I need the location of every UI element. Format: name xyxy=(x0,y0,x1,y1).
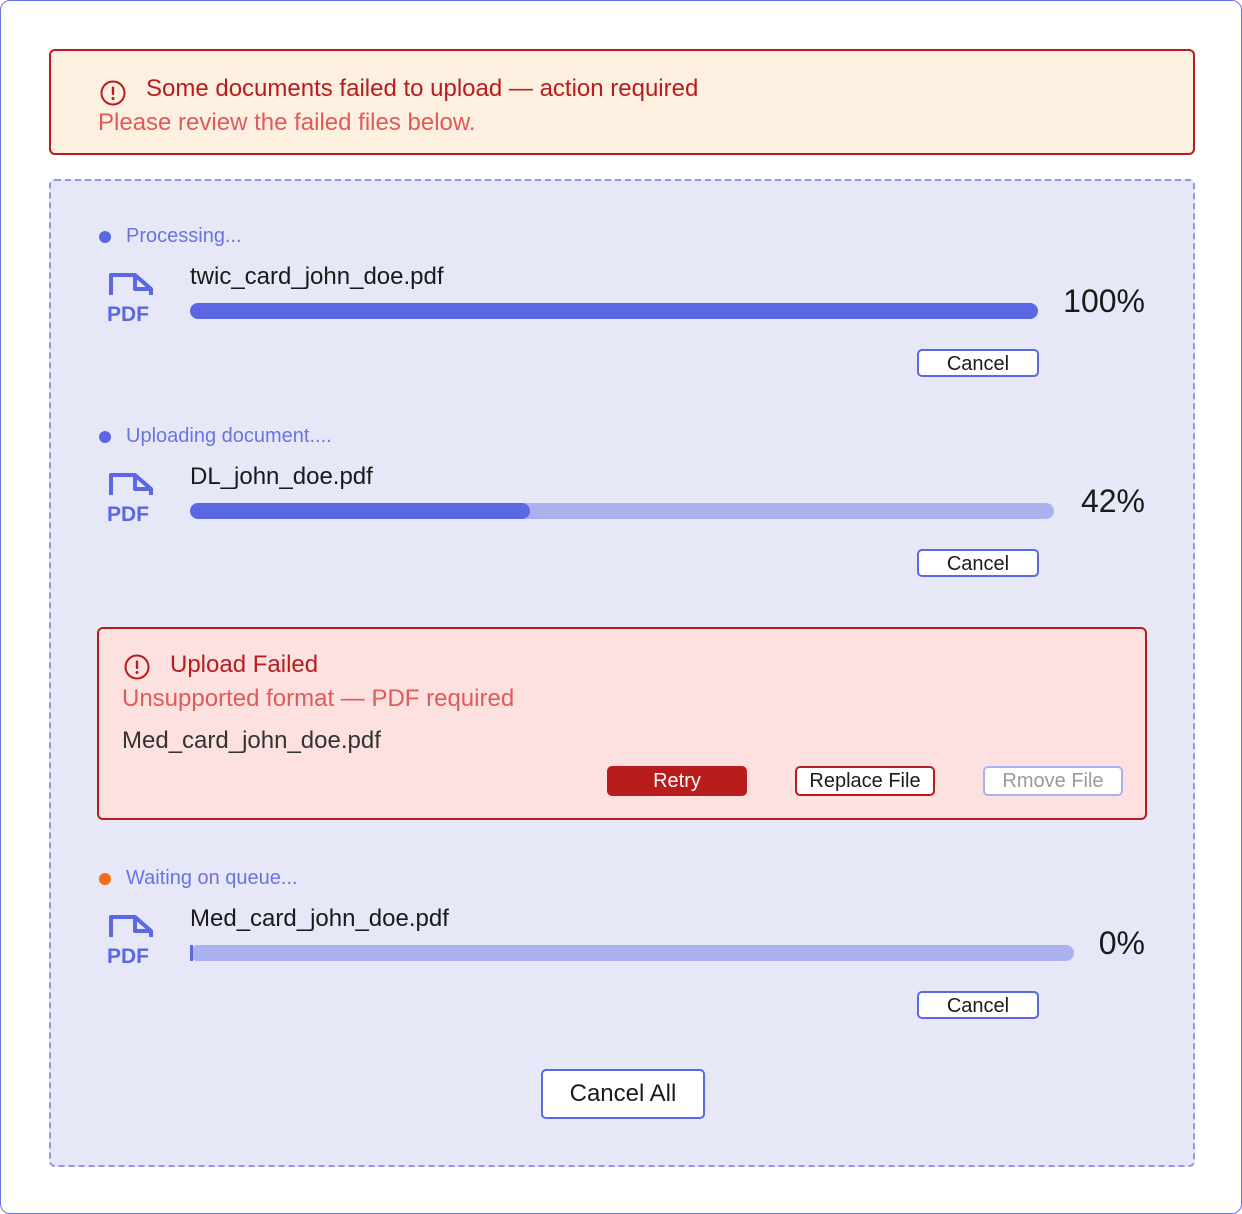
progress-bar xyxy=(190,503,1054,519)
file-name: twic_card_john_doe.pdf xyxy=(190,263,444,290)
upload-panel: Some documents failed to upload — action… xyxy=(0,0,1242,1214)
progress-fill xyxy=(190,303,1038,319)
failed-file-name: Med_card_john_doe.pdf xyxy=(122,727,381,754)
cancel-button[interactable]: Cancel xyxy=(917,991,1039,1019)
status-dot xyxy=(99,231,111,243)
failed-title: Upload Failed xyxy=(170,651,319,678)
failed-reason: Unsupported format — PDF required xyxy=(122,685,515,712)
progress-percent: 0% xyxy=(1098,925,1145,961)
cancel-button[interactable]: Cancel xyxy=(917,549,1039,577)
status-text: Processing... xyxy=(126,225,242,247)
progress-percent: 100% xyxy=(1063,283,1145,319)
cancel-button[interactable]: Cancel xyxy=(917,349,1039,377)
cancel-all-button[interactable]: Cancel All xyxy=(541,1069,705,1119)
retry-button[interactable]: Retry xyxy=(607,766,747,796)
status-dot xyxy=(99,873,111,885)
progress-percent: 42% xyxy=(1080,483,1145,519)
alert-circle-icon xyxy=(100,80,126,106)
status-text: Waiting on queue... xyxy=(126,867,298,889)
progress-bar xyxy=(190,303,1038,319)
upload-failed-card: Upload Failed Unsupported format — PDF r… xyxy=(97,627,1147,820)
file-name: DL_john_doe.pdf xyxy=(190,463,373,490)
svg-text:PDF: PDF xyxy=(107,303,149,326)
svg-text:PDF: PDF xyxy=(107,945,149,968)
file-name: Med_card_john_doe.pdf xyxy=(190,905,449,932)
svg-text:PDF: PDF xyxy=(107,503,149,526)
alert-circle-icon xyxy=(124,654,150,680)
progress-fill xyxy=(190,945,193,961)
replace-file-button[interactable]: Replace File xyxy=(795,766,935,796)
status-text: Uploading document.... xyxy=(126,425,332,447)
status-dot xyxy=(99,431,111,443)
upload-dropzone[interactable]: Processing... PDF twic_card_john_doe.pdf… xyxy=(49,179,1195,1167)
pdf-file-icon: PDF xyxy=(107,273,153,326)
alert-subtitle: Please review the failed files below. xyxy=(98,109,476,136)
remove-file-button[interactable]: Rmove File xyxy=(983,766,1123,796)
alert-title: Some documents failed to upload — action… xyxy=(146,75,699,102)
progress-fill xyxy=(190,503,530,519)
pdf-file-icon: PDF xyxy=(107,915,153,968)
error-alert-banner: Some documents failed to upload — action… xyxy=(49,49,1195,155)
progress-bar xyxy=(190,945,1074,961)
pdf-file-icon: PDF xyxy=(107,473,153,526)
